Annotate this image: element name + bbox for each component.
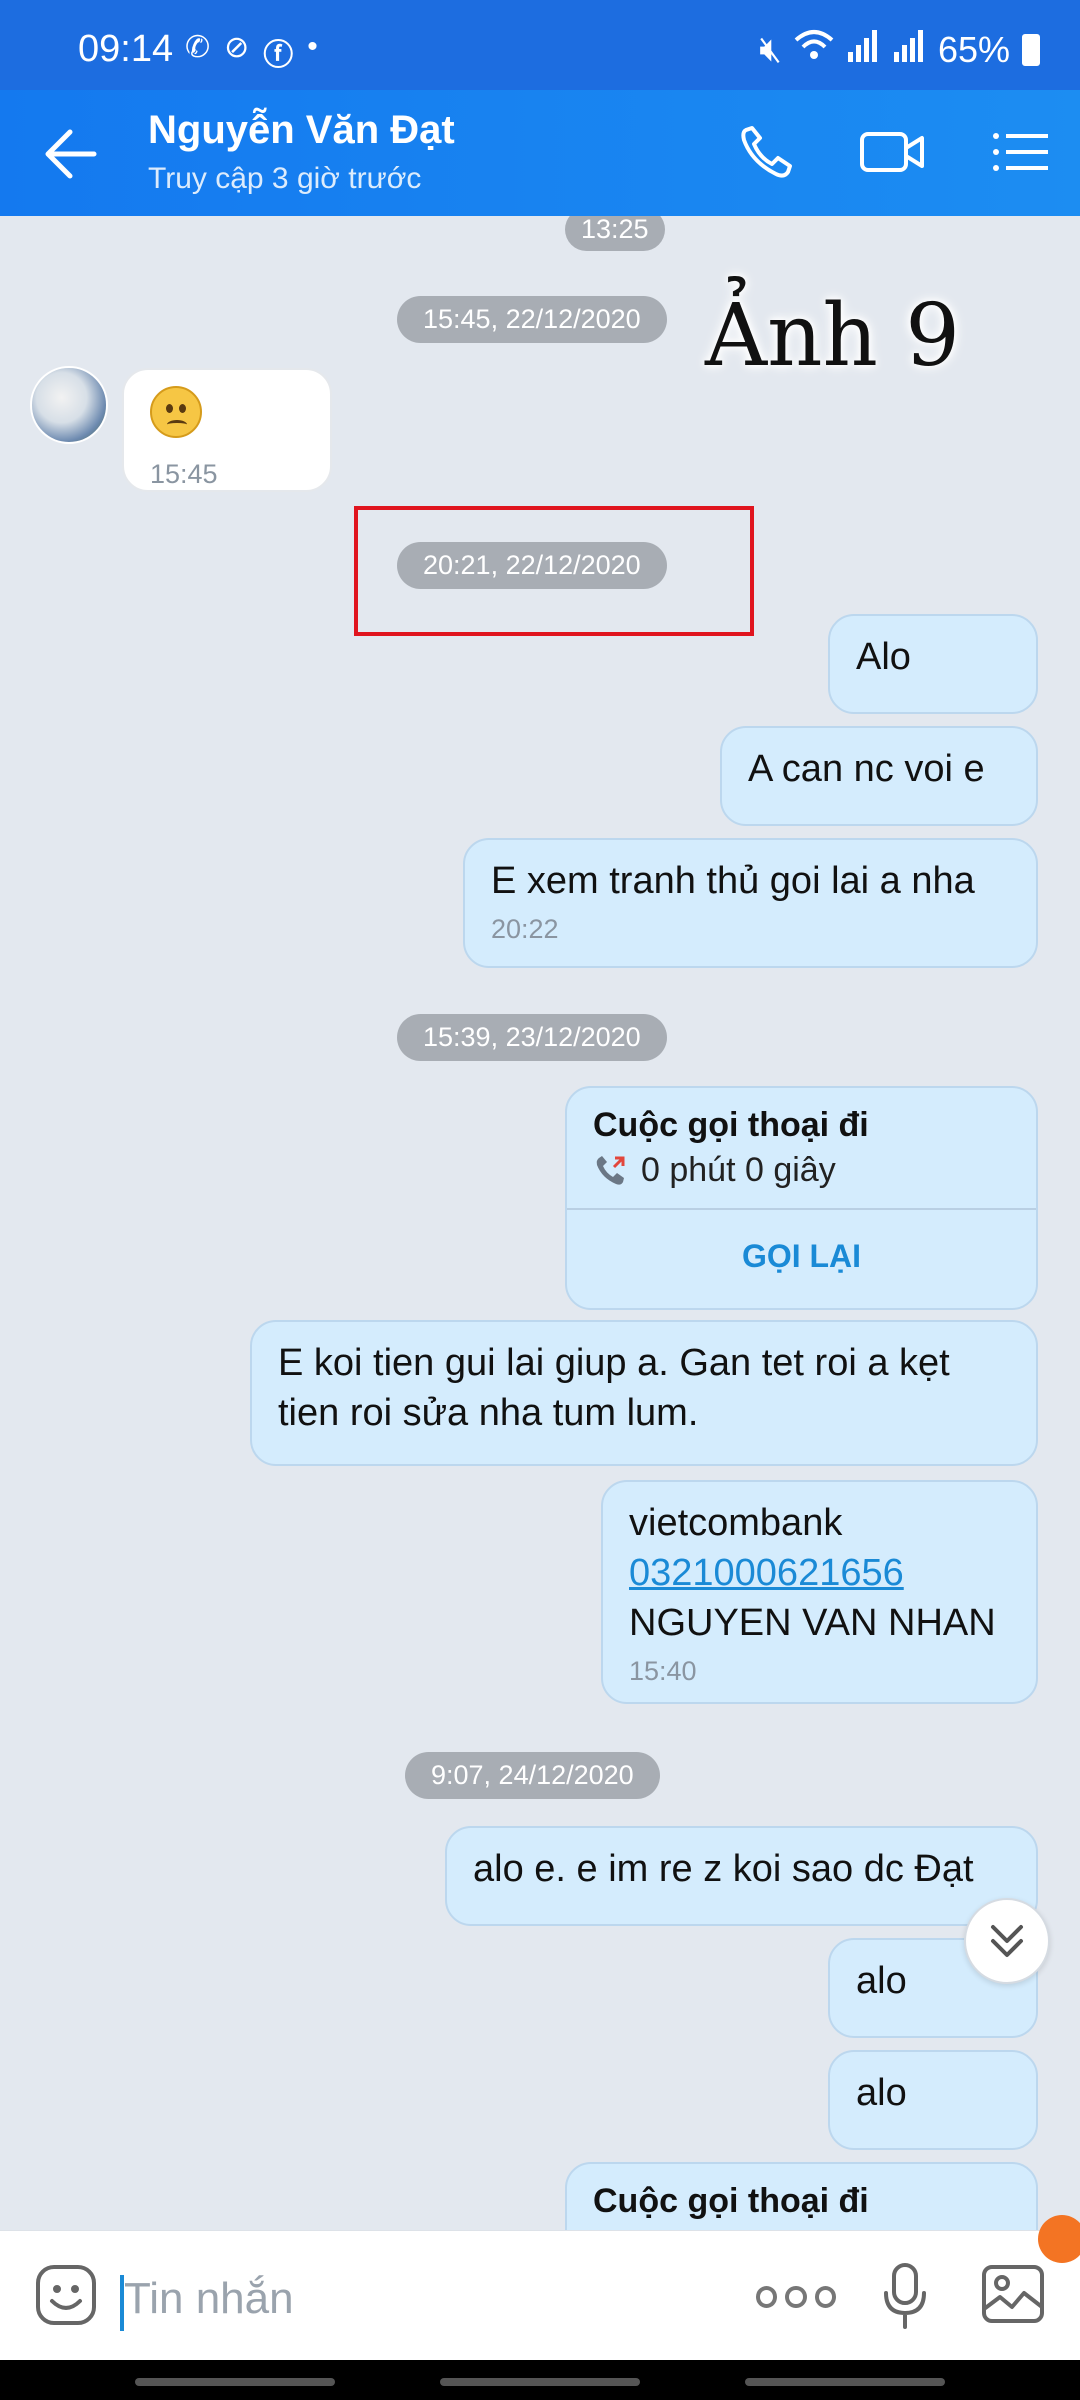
image-gallery-icon: [982, 2265, 1044, 2323]
message-time: 20:22: [491, 914, 559, 944]
time-separator: 13:25: [565, 216, 665, 251]
account-number-link[interactable]: 0321000621656: [629, 1548, 1010, 1598]
outgoing-message[interactable]: alo e. e im re z koi sao dc Đạt: [445, 1826, 1038, 1926]
list-menu-icon: [993, 133, 1048, 171]
outgoing-message[interactable]: E koi tien gui lai giup a. Gan tet roi a…: [250, 1320, 1038, 1466]
contact-name[interactable]: Nguyễn Văn Đạt: [148, 108, 455, 153]
scroll-to-bottom-button[interactable]: [964, 1898, 1050, 1984]
nav-recent-indicator[interactable]: [135, 2378, 335, 2386]
nav-back-indicator[interactable]: [745, 2378, 945, 2386]
facebook-icon: ⓕ: [263, 39, 294, 72]
message-text: E xem tranh thủ goi lai a nha: [491, 860, 975, 902]
message-input-bar: [0, 2230, 1080, 2360]
outgoing-call-card: Cuộc gọi thoại đi 0 phút 0 giây GỌI LẠI: [565, 1086, 1038, 1310]
status-time: 09:14: [78, 28, 174, 70]
more-options-button[interactable]: [756, 2279, 836, 2315]
phone-icon: [741, 126, 792, 178]
back-button[interactable]: [40, 126, 100, 182]
microphone-icon: [884, 2263, 926, 2329]
notification-badge: [1038, 2215, 1080, 2263]
dot-icon: [756, 2286, 778, 2308]
sad-face-emoji-icon: [150, 386, 202, 438]
chat-menu-button[interactable]: [986, 120, 1056, 184]
date-separator: 15:39, 23/12/2020: [397, 1014, 667, 1061]
date-separator: 9:07, 24/12/2020: [405, 1752, 660, 1799]
account-holder: NGUYEN VAN NHAN: [629, 1602, 996, 1644]
no-disturb-icon: ⊘: [224, 31, 250, 64]
outgoing-message[interactable]: A can nc voi e: [720, 726, 1038, 826]
bank-name: vietcombank: [629, 1502, 843, 1544]
voice-call-button[interactable]: [732, 120, 802, 184]
chat-messages[interactable]: 13:25 15:45, 22/12/2020 Ảnh 9 15:45 20:2…: [0, 216, 1080, 2230]
voice-message-button[interactable]: [880, 2261, 930, 2331]
smiley-sticker-icon: [36, 2265, 96, 2325]
sticker-button[interactable]: [34, 2263, 98, 2327]
double-chevron-down-icon: [991, 1925, 1023, 1957]
message-time: 15:40: [629, 1656, 697, 1686]
send-image-button[interactable]: [980, 2261, 1046, 2327]
status-notification-icons: ✆ ⊘ ⓕ •: [185, 30, 318, 74]
system-navigation-bar: [0, 2360, 1080, 2400]
dot-icon: •: [307, 30, 318, 63]
signal-icon: [846, 28, 880, 71]
nav-home-indicator[interactable]: [440, 2378, 640, 2386]
outgoing-call-icon: [596, 1155, 625, 1185]
call-duration: 0 phút 0 giây: [567, 1145, 1036, 1208]
status-bar: 09:14 ✆ ⊘ ⓕ • 🔇︎ 65%: [0, 0, 1080, 90]
chat-header: Nguyễn Văn Đạt Truy cập 3 giờ trước: [0, 90, 1080, 216]
battery-icon: [1022, 33, 1040, 66]
date-separator: 15:45, 22/12/2020: [397, 296, 667, 343]
outgoing-call-card: Cuộc gọi thoại đi: [565, 2162, 1038, 2230]
back-arrow-icon: [45, 129, 97, 179]
outgoing-message[interactable]: Alo: [828, 614, 1038, 714]
date-separator: 20:21, 22/12/2020: [397, 542, 667, 589]
call-title: Cuộc gọi thoại đi: [593, 1106, 869, 1144]
wifi-icon: [794, 28, 834, 71]
contact-avatar[interactable]: [30, 366, 108, 444]
call-back-button[interactable]: GỌI LẠI: [567, 1210, 1036, 1303]
mute-icon: 🔇︎: [759, 28, 782, 69]
contact-status: Truy cập 3 giờ trước: [148, 162, 422, 195]
dot-icon: [814, 2286, 836, 2308]
status-system-icons: 🔇︎ 65%: [759, 28, 1040, 71]
image-label-overlay: Ảnh 9: [705, 286, 960, 386]
signal-icon-2: [892, 28, 926, 71]
video-camera-icon: [860, 132, 924, 172]
call-duration-text: 0 phút 0 giây: [641, 1151, 836, 1189]
incoming-sticker-message[interactable]: 15:45: [122, 368, 332, 492]
outgoing-bank-message[interactable]: vietcombank 0321000621656 NGUYEN VAN NHA…: [601, 1480, 1038, 1704]
outgoing-message[interactable]: E xem tranh thủ goi lai a nha 20:22: [463, 838, 1038, 968]
dot-icon: [785, 2286, 807, 2308]
call-title: Cuộc gọi thoại đi: [593, 2182, 869, 2220]
message-input[interactable]: [124, 2269, 684, 2329]
message-time: 15:45: [150, 459, 218, 489]
video-call-button[interactable]: [858, 120, 928, 184]
outgoing-message[interactable]: alo: [828, 2050, 1038, 2150]
battery-percent: 65%: [937, 28, 1010, 70]
wifi-call-icon: ✆: [185, 31, 211, 64]
